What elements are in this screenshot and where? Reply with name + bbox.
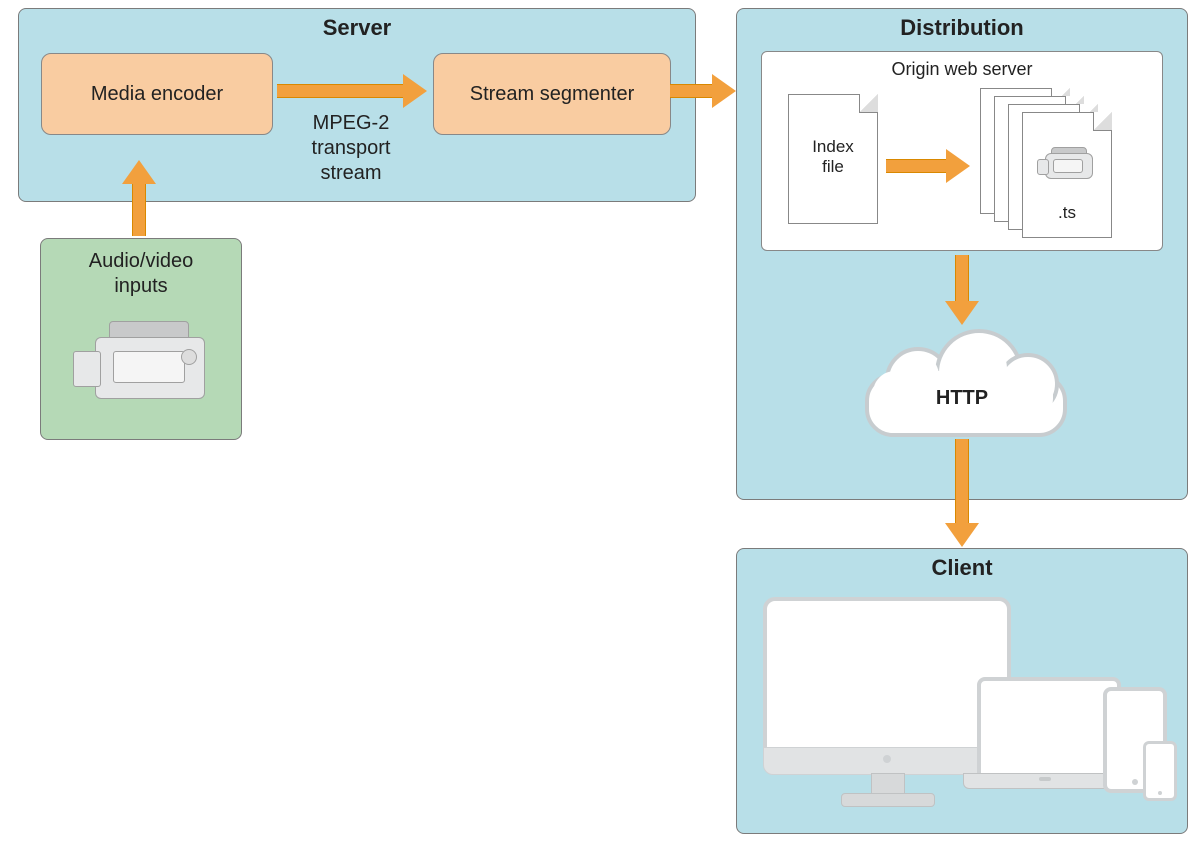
arrow-http-to-client — [953, 439, 971, 547]
client-panel: Client — [736, 548, 1188, 834]
media-encoder-label: Media encoder — [91, 83, 223, 106]
camcorder-icon — [73, 321, 213, 411]
camcorder-small-icon — [1037, 147, 1097, 183]
index-file-label: Index file — [789, 137, 877, 178]
server-panel: Server Media encoder Stream segmenter MP… — [18, 8, 696, 202]
arrow-inputs-to-encoder — [130, 160, 148, 236]
distribution-panel: Distribution Origin web server Index fil… — [736, 8, 1188, 500]
media-encoder-block: Media encoder — [41, 53, 273, 135]
arrow-encoder-to-segmenter — [277, 82, 427, 100]
arrow-index-to-ts — [886, 157, 970, 175]
client-title: Client — [737, 555, 1187, 581]
inputs-panel: Audio/video inputs — [40, 238, 242, 440]
ts-ext-label: .ts — [1023, 203, 1111, 223]
cloud-icon: HTTP — [857, 325, 1067, 435]
arrow-server-to-distribution — [670, 82, 736, 100]
origin-server-title: Origin web server — [762, 58, 1162, 81]
stream-segmenter-block: Stream segmenter — [433, 53, 671, 135]
inputs-title: Audio/video inputs — [41, 249, 241, 299]
arrow-origin-to-http — [953, 255, 971, 325]
stream-segmenter-label: Stream segmenter — [470, 83, 635, 106]
ts-file-stack-icon: .ts — [980, 88, 1140, 238]
server-title: Server — [19, 15, 695, 41]
index-file-icon: Index file — [788, 94, 878, 224]
http-label: HTTP — [857, 387, 1067, 410]
distribution-title: Distribution — [737, 15, 1187, 41]
transport-stream-label: MPEG-2 transport stream — [281, 111, 421, 186]
origin-server-block: Origin web server Index file — [761, 51, 1163, 251]
